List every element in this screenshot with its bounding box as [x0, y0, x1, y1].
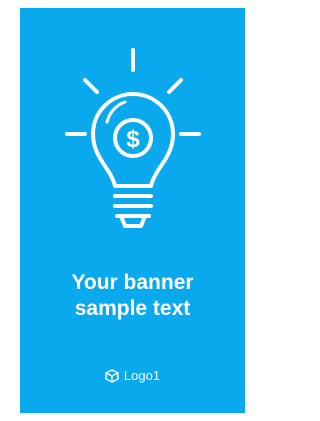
- lightbulb-dollar-icon: $: [65, 48, 201, 228]
- cube-icon: [105, 368, 119, 383]
- headline-line-2: sample text: [74, 297, 191, 320]
- banner-headline: Your banner sample text: [20, 270, 245, 322]
- headline-line-1: Your banner: [71, 271, 194, 294]
- svg-text:$: $: [126, 126, 140, 153]
- banner: $ Your banner sample text Logo1: [20, 8, 245, 413]
- logo-text: Logo1: [123, 368, 161, 383]
- logo: Logo1: [20, 368, 245, 383]
